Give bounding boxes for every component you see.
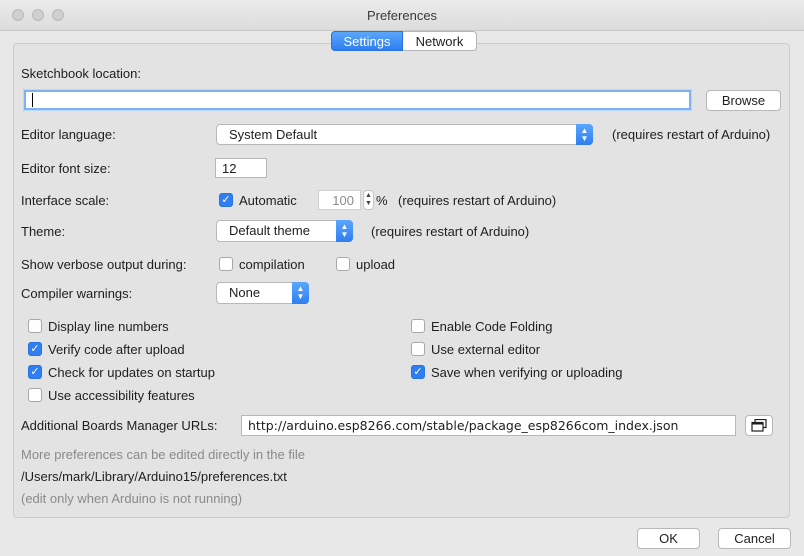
select-arrows-icon: ▲ ▼ bbox=[336, 220, 353, 242]
code-folding-label: Enable Code Folding bbox=[431, 319, 553, 334]
check-icon: ✓ bbox=[413, 366, 423, 378]
editor-font-size-label: Editor font size: bbox=[21, 161, 111, 176]
compiler-warnings-select[interactable]: None ▲ ▼ bbox=[216, 282, 309, 304]
boards-urls-value: http://arduino.esp8266.com/stable/packag… bbox=[248, 418, 679, 433]
external-editor-label: Use external editor bbox=[431, 342, 541, 357]
verify-after-upload-label: Verify code after upload bbox=[48, 342, 185, 357]
save-when-verifying-label: Save when verifying or uploading bbox=[431, 365, 623, 380]
check-updates-checkbox[interactable]: ✓ bbox=[28, 365, 42, 379]
interface-scale-unit: % bbox=[376, 193, 388, 208]
boards-urls-label: Additional Boards Manager URLs: bbox=[21, 418, 218, 433]
accessibility-checkbox[interactable] bbox=[28, 388, 42, 402]
interface-scale-value: 100 bbox=[332, 192, 354, 208]
editor-language-restart-note: (requires restart of Arduino) bbox=[612, 127, 771, 142]
edit-note-text: (edit only when Arduino is not running) bbox=[21, 491, 243, 506]
verbose-upload-label: upload bbox=[356, 257, 396, 272]
select-arrows-icon: ▲ ▼ bbox=[576, 124, 593, 145]
compiler-warnings-label: Compiler warnings: bbox=[21, 286, 133, 301]
compiler-warnings-value: None bbox=[229, 285, 261, 300]
cancel-button[interactable]: Cancel bbox=[718, 528, 791, 549]
ok-button[interactable]: OK bbox=[637, 528, 700, 549]
interface-scale-automatic-checkbox[interactable]: ✓ bbox=[219, 193, 233, 207]
theme-restart-note: (requires restart of Arduino) bbox=[371, 224, 530, 239]
preferences-file-path: /Users/mark/Library/Arduino15/preference… bbox=[21, 469, 287, 484]
check-icon: ✓ bbox=[221, 194, 231, 206]
text-caret bbox=[32, 93, 33, 107]
external-editor-checkbox[interactable] bbox=[411, 342, 425, 356]
tab-settings[interactable]: Settings bbox=[331, 31, 403, 51]
select-arrows-icon: ▲ ▼ bbox=[292, 282, 309, 304]
verbose-compilation-checkbox[interactable] bbox=[219, 257, 233, 271]
window-stack-icon bbox=[751, 418, 767, 432]
check-updates-label: Check for updates on startup bbox=[48, 365, 215, 380]
verbose-compilation-label: compilation bbox=[239, 257, 305, 272]
check-icon: ✓ bbox=[30, 366, 40, 378]
more-preferences-text: More preferences can be edited directly … bbox=[21, 447, 305, 462]
editor-language-label: Editor language: bbox=[21, 127, 116, 142]
editor-font-size-value: 12 bbox=[222, 160, 237, 176]
display-line-numbers-checkbox[interactable] bbox=[28, 319, 42, 333]
editor-language-select[interactable]: System Default ▲ ▼ bbox=[216, 124, 593, 145]
window-title: Preferences bbox=[366, 8, 438, 23]
theme-label: Theme: bbox=[21, 224, 66, 239]
sketchbook-label: Sketchbook location: bbox=[21, 66, 141, 81]
interface-scale-label: Interface scale: bbox=[21, 193, 110, 208]
accessibility-label: Use accessibility features bbox=[48, 388, 195, 403]
interface-scale-input[interactable]: 100 bbox=[318, 190, 361, 210]
boards-urls-input[interactable]: http://arduino.esp8266.com/stable/packag… bbox=[241, 415, 736, 436]
boards-urls-edit-button[interactable] bbox=[745, 415, 773, 436]
editor-font-size-input[interactable]: 12 bbox=[215, 158, 267, 178]
theme-select[interactable]: Default theme ▲ ▼ bbox=[216, 220, 353, 242]
verify-after-upload-checkbox[interactable]: ✓ bbox=[28, 342, 42, 356]
save-when-verifying-checkbox[interactable]: ✓ bbox=[411, 365, 425, 379]
interface-scale-restart-note: (requires restart of Arduino) bbox=[398, 193, 557, 208]
verbose-output-label: Show verbose output during: bbox=[21, 257, 187, 272]
verbose-upload-checkbox[interactable] bbox=[336, 257, 350, 271]
theme-value: Default theme bbox=[229, 223, 310, 238]
title-bar: Preferences bbox=[0, 0, 804, 31]
interface-scale-automatic-label: Automatic bbox=[239, 193, 297, 208]
interface-scale-stepper[interactable]: ▲ ▼ bbox=[363, 190, 374, 210]
browse-button[interactable]: Browse bbox=[706, 90, 781, 111]
display-line-numbers-label: Display line numbers bbox=[48, 319, 169, 334]
check-icon: ✓ bbox=[30, 343, 40, 355]
sketchbook-location-input[interactable] bbox=[24, 90, 691, 110]
editor-language-value: System Default bbox=[229, 127, 318, 142]
tab-network[interactable]: Network bbox=[403, 31, 477, 51]
code-folding-checkbox[interactable] bbox=[411, 319, 425, 333]
